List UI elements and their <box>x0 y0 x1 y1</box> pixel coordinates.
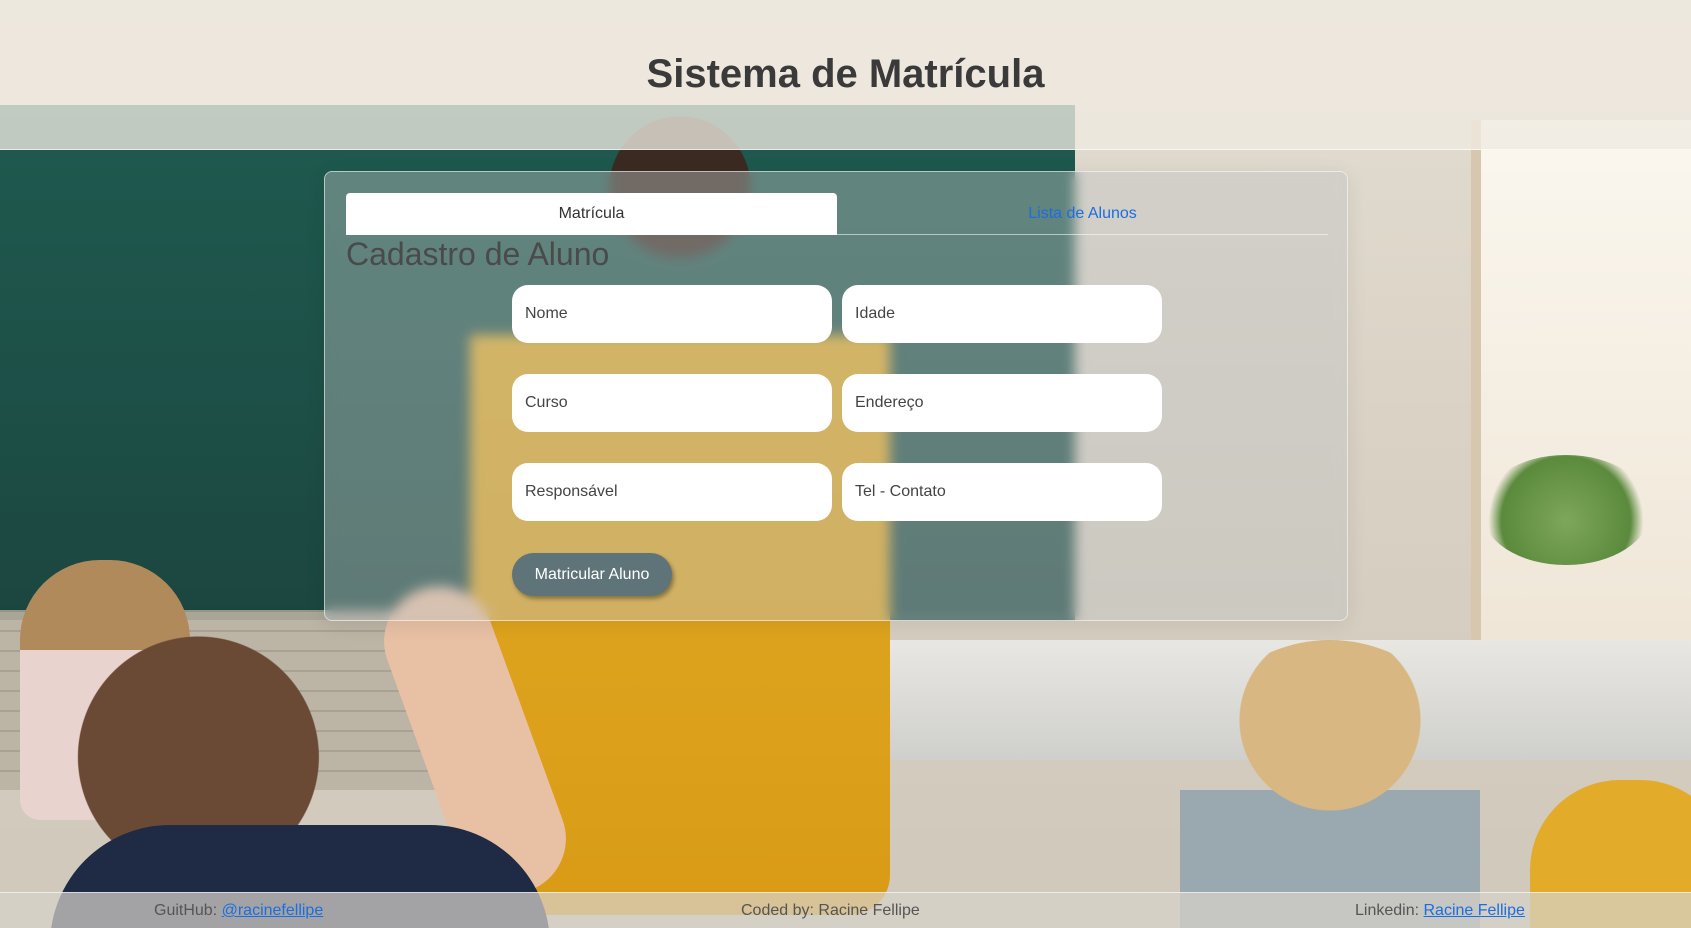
tab-matricula[interactable]: Matrícula <box>346 193 837 235</box>
linkedin-link[interactable]: Racine Fellipe <box>1424 902 1525 919</box>
linkedin-credit: Linkedin: Racine Fellipe <box>1355 902 1525 920</box>
github-credit: GuitHub: @racinefellipe <box>154 902 323 920</box>
page-header: Sistema de Matrícula <box>0 0 1691 150</box>
curso-input[interactable] <box>512 374 832 432</box>
form-title: Cadastro de Aluno <box>346 236 610 272</box>
responsavel-input[interactable] <box>512 463 832 521</box>
contato-input[interactable] <box>842 463 1162 521</box>
endereco-input[interactable] <box>842 374 1162 432</box>
nome-input[interactable] <box>512 285 832 343</box>
matricular-aluno-button[interactable]: Matricular Aluno <box>512 553 672 596</box>
enrollment-card: Matrícula Lista de Alunos Cadastro de Al… <box>324 171 1348 621</box>
github-label: GuitHub: <box>154 902 218 919</box>
page-title: Sistema de Matrícula <box>646 52 1045 96</box>
tab-bar: Matrícula Lista de Alunos <box>346 193 1328 235</box>
coded-by-text: Coded by: Racine Fellipe <box>741 902 920 919</box>
github-link[interactable]: @racinefellipe <box>222 902 324 919</box>
tab-lista-de-alunos[interactable]: Lista de Alunos <box>837 193 1328 235</box>
page-footer: GuitHub: @racinefellipe Coded by: Racine… <box>0 892 1691 928</box>
linkedin-label: Linkedin: <box>1355 902 1420 919</box>
idade-input[interactable] <box>842 285 1162 343</box>
